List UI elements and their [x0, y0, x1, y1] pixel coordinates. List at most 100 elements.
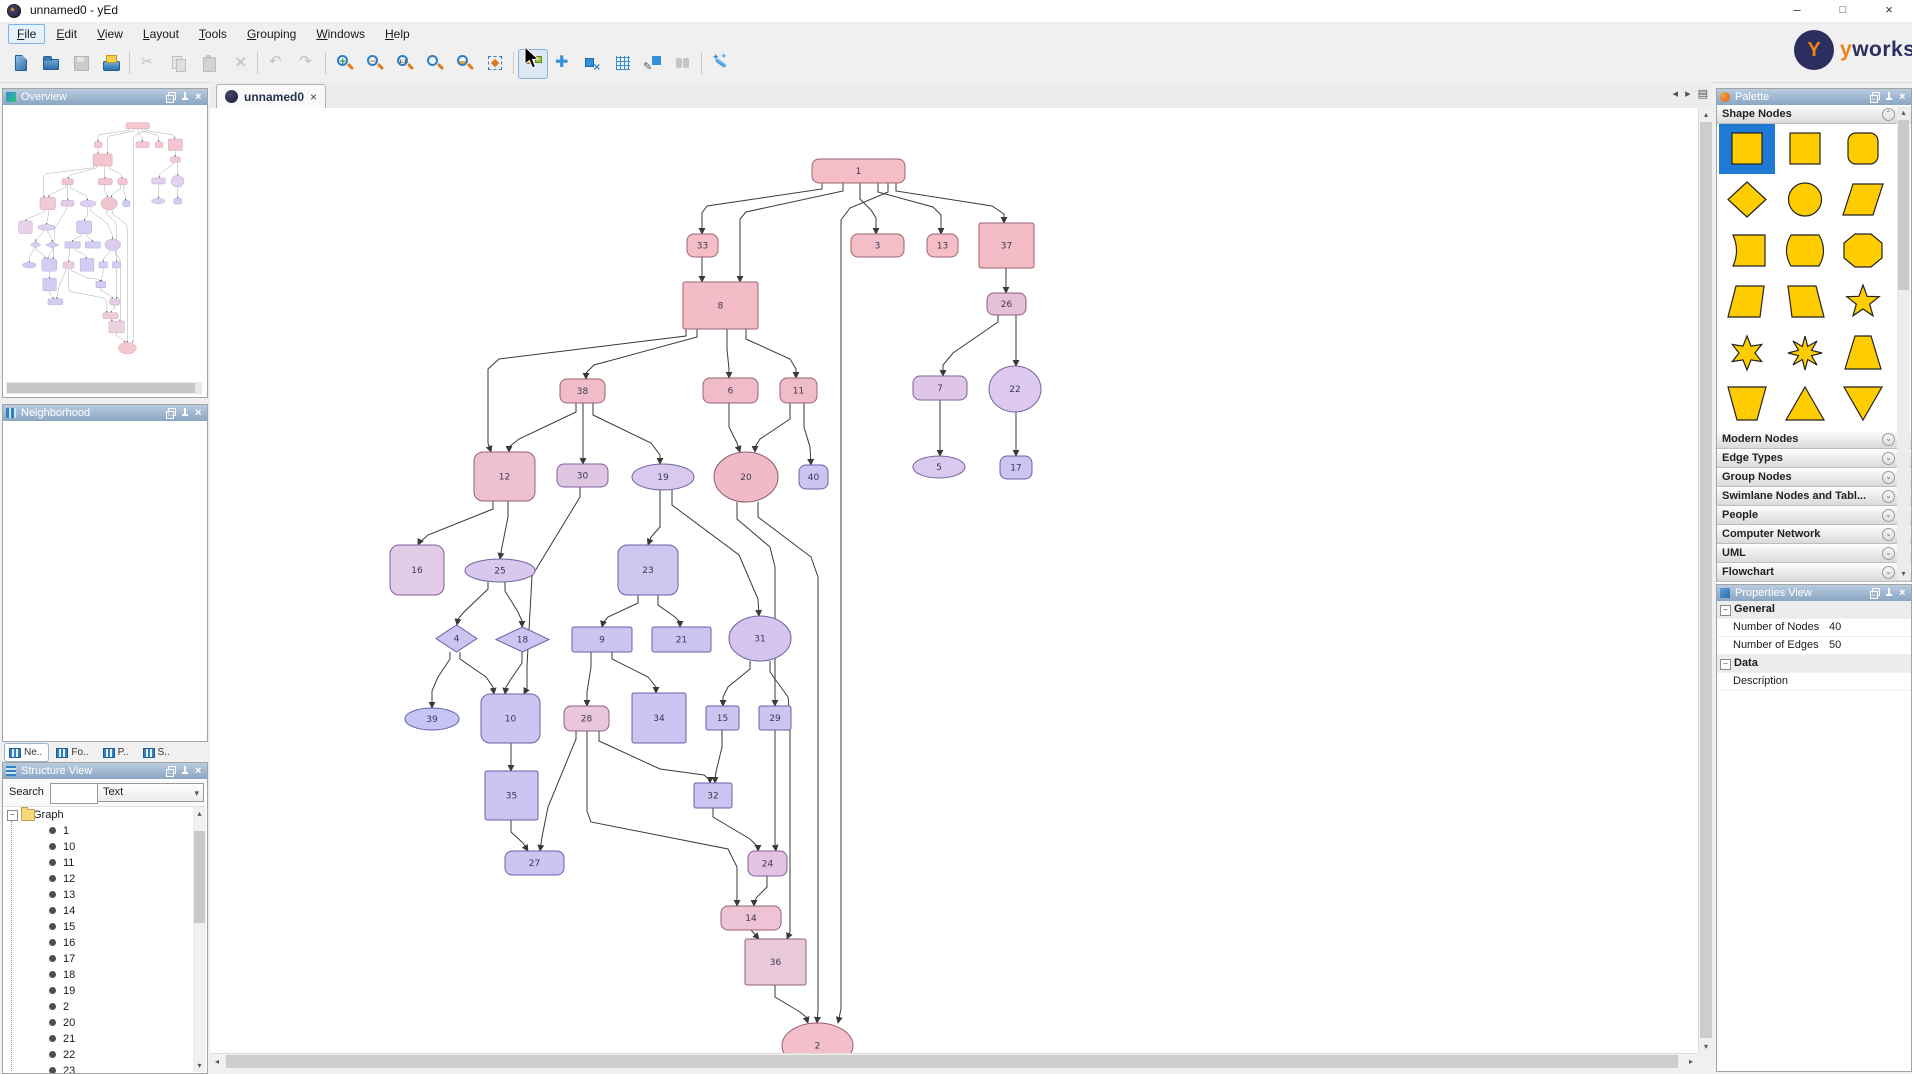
palette-section-computer-network[interactable]: Computer Network ⌄	[1717, 525, 1911, 544]
graph-edge-38-19[interactable]	[592, 403, 664, 465]
search-input[interactable]	[50, 783, 98, 804]
pin-icon[interactable]	[180, 408, 190, 418]
property-row-number-of-nodes[interactable]: Number of Nodes 40	[1717, 619, 1911, 637]
property-group-data[interactable]: − Data	[1717, 655, 1911, 673]
graph-edge-38-12[interactable]	[505, 403, 577, 453]
palette-section-group-nodes[interactable]: Group Nodes ⌄	[1717, 468, 1911, 487]
tree-scrollbar[interactable]: ▴ ▾	[193, 807, 206, 1072]
tree-item-node-22[interactable]: 22	[5, 1047, 193, 1063]
graph-edge-23-9[interactable]	[600, 595, 639, 628]
palette-shape-square[interactable]	[1719, 124, 1775, 174]
palette-section-edge-types[interactable]: Edge Types ⌄	[1717, 449, 1911, 468]
toolbar-button-new-document[interactable]	[6, 49, 36, 79]
canvas-horizontal-scrollbar[interactable]: ◂ ▸	[210, 1053, 1698, 1069]
canvas-vertical-scrollbar[interactable]: ▴ ▾	[1698, 108, 1713, 1053]
graph-edge-1-8[interactable]	[736, 183, 844, 283]
graph-edge-19-31[interactable]	[671, 490, 763, 617]
close-icon[interactable]	[1898, 92, 1908, 102]
menu-grouping[interactable]: Grouping	[238, 24, 305, 44]
graph-edge-19-23[interactable]	[646, 490, 661, 546]
graph-edge-32-24[interactable]	[712, 808, 762, 852]
close-icon[interactable]	[194, 92, 204, 102]
graph-edge-28-14[interactable]	[586, 731, 741, 907]
toolbar-button-pan-mode[interactable]	[548, 49, 578, 79]
vscroll-thumb[interactable]	[1700, 122, 1712, 1038]
menu-view[interactable]: View	[88, 24, 132, 44]
palette-section-modern-nodes[interactable]: Modern Nodes ⌄	[1717, 430, 1911, 449]
palette-shape-diamond[interactable]	[1719, 175, 1775, 225]
tree-item-node-18[interactable]: 18	[5, 967, 193, 983]
graph-edge-23-21[interactable]	[657, 595, 684, 628]
graph-edge-31-15[interactable]	[719, 661, 751, 707]
graph-edge-30-10[interactable]	[523, 487, 581, 695]
palette-shape-trapezoid-down[interactable]	[1719, 379, 1775, 429]
toolbar-button-zoom-actual[interactable]	[390, 49, 420, 79]
property-row-description[interactable]: Description	[1717, 673, 1911, 691]
expand-icon[interactable]: ⌄	[1882, 433, 1895, 446]
expand-icon[interactable]: ⌄	[1882, 490, 1895, 503]
graph-edge-8-6[interactable]	[725, 329, 733, 379]
tree-item-node-1[interactable]: 1	[5, 823, 193, 839]
graph-edge-36-2[interactable]	[774, 985, 810, 1024]
dock-tab-fo[interactable]: Fo..	[51, 743, 95, 762]
toolbar-button-layout-wand[interactable]	[706, 49, 736, 79]
float-icon[interactable]	[166, 408, 176, 419]
dock-tab-s[interactable]: S..	[138, 743, 177, 762]
toolbar-button-open[interactable]	[36, 49, 66, 79]
tree-item-graph[interactable]: − Graph	[5, 807, 193, 823]
tree-item-node-2[interactable]: 2	[5, 999, 193, 1015]
palette-shape-barrel[interactable]	[1777, 226, 1833, 276]
palette-scrollbar[interactable]: ▴ ▾	[1897, 106, 1910, 580]
palette-shape-triangle[interactable]	[1777, 379, 1833, 429]
scroll-right-icon[interactable]: ▸	[1684, 1054, 1698, 1069]
scroll-up-icon[interactable]: ▴	[193, 807, 206, 820]
expand-icon[interactable]: ⌄	[1882, 471, 1895, 484]
tree-item-node-17[interactable]: 17	[5, 951, 193, 967]
graph-edge-26-7[interactable]	[939, 315, 999, 377]
tree-item-node-12[interactable]: 12	[5, 871, 193, 887]
close-icon[interactable]	[1898, 588, 1908, 598]
tree-item-node-13[interactable]: 13	[5, 887, 193, 903]
toolbar-button-overview-binoculars[interactable]	[668, 49, 698, 79]
overview-minimap[interactable]	[11, 111, 189, 359]
scroll-up-icon[interactable]: ▴	[1897, 106, 1910, 119]
graph-edge-15-32[interactable]	[711, 730, 723, 784]
tree-item-node-19[interactable]: 19	[5, 983, 193, 999]
palette-shape-shear[interactable]	[1835, 175, 1891, 225]
float-icon[interactable]	[1870, 92, 1880, 103]
palette-section-uml[interactable]: UML ⌄	[1717, 544, 1911, 563]
scroll-down-icon[interactable]: ▾	[1897, 567, 1910, 580]
graph-edge-1-13[interactable]	[877, 183, 945, 235]
palette-shape-trapezoid[interactable]	[1835, 328, 1891, 378]
pin-icon[interactable]	[180, 766, 190, 776]
toolbar-button-delete[interactable]	[224, 49, 254, 79]
palette-section-swimlane-nodes-and-tabl-[interactable]: Swimlane Nodes and Tabl... ⌄	[1717, 487, 1911, 506]
palette-shape-skew-right[interactable]	[1777, 277, 1833, 327]
graph-edge-28-27[interactable]	[537, 731, 577, 852]
float-icon[interactable]	[166, 766, 176, 777]
expand-icon[interactable]: ⌄	[1882, 509, 1895, 522]
close-button[interactable]: ×	[1866, 0, 1912, 22]
toolbar-button-fit-content[interactable]	[480, 49, 510, 79]
hscroll-thumb[interactable]	[226, 1055, 1678, 1068]
palette-scroll-thumb[interactable]	[1898, 120, 1909, 290]
graph-edge-1-37[interactable]	[895, 183, 1008, 224]
overview-scrollbar[interactable]	[6, 382, 202, 394]
graph-edge-9-28[interactable]	[583, 652, 592, 707]
tree-scroll-thumb[interactable]	[194, 831, 205, 923]
palette-panel-header[interactable]: Palette	[1717, 89, 1911, 105]
graph-canvas[interactable]: 1 33 3 13 37 8 26 38 6 11 7 22 12 30 19 20 40 5 17 16 25 23 4 1…	[210, 108, 1698, 1053]
properties-panel-header[interactable]: Properties View	[1717, 585, 1911, 601]
expand-icon[interactable]: ⌄	[1882, 566, 1895, 579]
tree-item-node-15[interactable]: 15	[5, 919, 193, 935]
float-icon[interactable]	[1870, 588, 1880, 599]
graph-edge-9-34[interactable]	[611, 652, 660, 694]
toolbar-button-copy[interactable]	[164, 49, 194, 79]
tab-next-icon[interactable]: ▸	[1685, 87, 1691, 100]
search-filter-select[interactable]: Text ▾	[97, 783, 204, 802]
graph-edge-31-36[interactable]	[769, 661, 793, 940]
graph-edge-18-10[interactable]	[502, 652, 523, 695]
palette-shape-triangle-down[interactable]	[1835, 379, 1891, 429]
pin-icon[interactable]	[1884, 588, 1894, 598]
tree-item-node-16[interactable]: 16	[5, 935, 193, 951]
